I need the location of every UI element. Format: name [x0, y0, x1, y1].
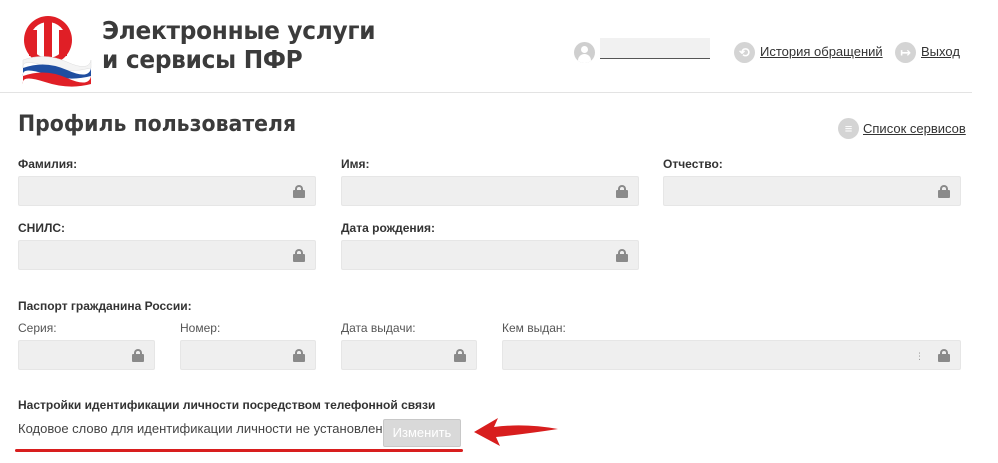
name-field[interactable] — [341, 176, 639, 206]
annotation-underline — [15, 449, 463, 452]
surname-label: Фамилия: — [18, 157, 78, 171]
history-icon[interactable]: ⟲ — [734, 42, 755, 63]
logout-link[interactable]: Выход — [921, 44, 960, 59]
change-button[interactable]: Изменить — [383, 419, 461, 447]
page-title: Профиль пользователя — [18, 112, 297, 137]
patronymic-field[interactable] — [663, 176, 961, 206]
birthdate-field[interactable] — [341, 240, 639, 270]
snils-label: СНИЛС: — [18, 221, 66, 235]
passport-label: Паспорт гражданина России: — [18, 299, 192, 313]
annotation-arrow-icon — [474, 418, 558, 446]
surname-field[interactable] — [18, 176, 316, 206]
issue-date-field[interactable] — [341, 340, 477, 370]
brand-line-1: Электронные услуги — [102, 16, 376, 45]
history-link[interactable]: История обращений — [760, 44, 883, 59]
user-icon[interactable] — [574, 42, 595, 63]
lock-icon — [293, 185, 305, 198]
brand-line-2: и сервисы ПФР — [102, 45, 303, 74]
lock-icon — [132, 349, 144, 362]
series-label: Серия: — [18, 321, 57, 335]
birthdate-label: Дата рождения: — [341, 221, 436, 235]
snils-field[interactable] — [18, 240, 316, 270]
lock-icon — [938, 185, 950, 198]
brand-title: Электронные услуги и сервисы ПФР — [102, 16, 376, 74]
name-label: Имя: — [341, 157, 370, 171]
lock-icon — [454, 349, 466, 362]
list-icon[interactable]: ≡ — [838, 118, 859, 139]
issued-by-field[interactable]: ⋮ — [502, 340, 961, 370]
logout-icon[interactable]: ↦ — [895, 42, 916, 63]
phone-settings-title: Настройки идентификации личности посредс… — [18, 398, 436, 412]
lock-icon — [616, 185, 628, 198]
codeword-status: Кодовое слово для идентификации личности… — [18, 421, 394, 436]
user-name-link[interactable] — [600, 38, 710, 59]
number-field[interactable] — [180, 340, 316, 370]
header-divider — [0, 92, 972, 93]
resize-handle-icon[interactable]: ⋮ — [915, 351, 924, 362]
number-label: Номер: — [180, 321, 221, 335]
lock-icon — [293, 349, 305, 362]
lock-icon — [616, 249, 628, 262]
issue-date-label: Дата выдачи: — [341, 321, 416, 335]
site-header: Электронные услуги и сервисы ПФР ⟲ Истор… — [0, 0, 998, 95]
lock-icon — [938, 349, 950, 362]
patronymic-label: Отчество: — [663, 157, 723, 171]
services-link[interactable]: Список сервисов — [863, 121, 966, 136]
pfr-logo[interactable] — [15, 10, 93, 88]
series-field[interactable] — [18, 340, 155, 370]
lock-icon — [293, 249, 305, 262]
issued-by-label: Кем выдан: — [502, 321, 566, 335]
